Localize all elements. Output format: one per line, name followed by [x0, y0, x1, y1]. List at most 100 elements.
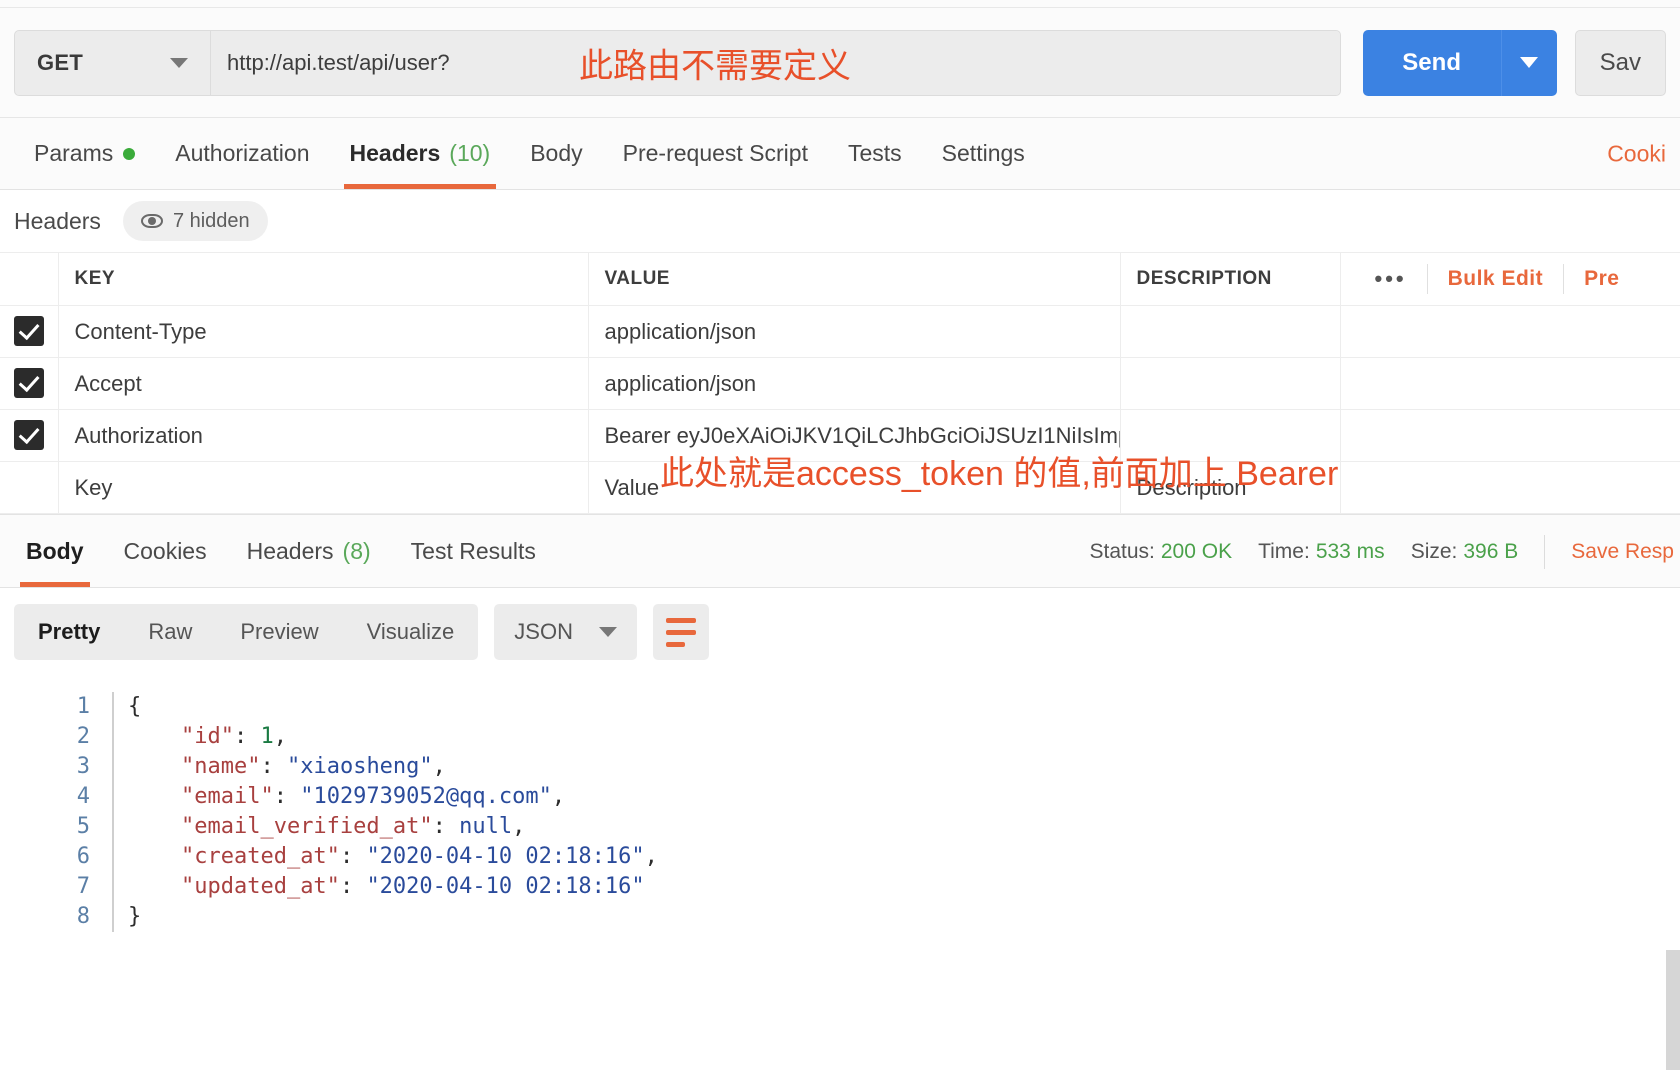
tab-label: Settings: [941, 140, 1025, 166]
response-meta: Status: 200 OK Time: 533 ms Size: 396 B Sav…: [1089, 515, 1674, 589]
send-options-button[interactable]: [1500, 29, 1557, 96]
send-group: Send: [1362, 29, 1557, 96]
row-checkbox-cell: [0, 409, 59, 462]
code-token: :: [233, 724, 261, 749]
line-number: 4: [76, 784, 90, 809]
line-number: 6: [76, 844, 90, 869]
code-token: {: [128, 694, 142, 719]
header-key[interactable]: Accept: [58, 357, 589, 410]
tab-label: Body: [26, 537, 84, 564]
code-token: "2020-04-10 02:18:16": [366, 844, 645, 869]
tab-params[interactable]: Params: [14, 118, 155, 189]
table-row: Accept application/json: [0, 357, 1680, 410]
chevron-down-icon: [598, 627, 617, 637]
row-checkbox[interactable]: [13, 316, 44, 347]
code-token: "1029739052@qq.com": [300, 784, 552, 809]
tab-label: Tests: [847, 140, 902, 166]
view-preview[interactable]: Preview: [216, 604, 342, 660]
view-raw[interactable]: Raw: [124, 604, 216, 660]
code-token: :: [339, 874, 367, 899]
row-checkbox[interactable]: [13, 368, 44, 399]
tab-authorization[interactable]: Authorization: [155, 118, 329, 189]
table-row: Content-Type application/json: [0, 305, 1680, 358]
response-body-code: 1 2 3 4 5 6 7 8 { "id": 1, "name": "xiaosheng",…: [0, 676, 1680, 932]
tab-label: Headers: [246, 537, 334, 564]
tab-pre-request-script[interactable]: Pre-request Script: [603, 118, 828, 189]
code-line: "created_at": "2020-04-10 02:18:16",: [128, 842, 658, 872]
tab-label: Pre-request Script: [622, 140, 808, 166]
tab-label: Headers: [349, 140, 441, 166]
code-token: "name": [180, 754, 261, 779]
http-method-label: GET: [37, 49, 84, 75]
divider: [1563, 264, 1565, 294]
more-options-icon[interactable]: •••: [1375, 266, 1407, 292]
row-actions: [1340, 305, 1680, 358]
response-tab-test-results[interactable]: Test Results: [391, 515, 556, 587]
time-label: Time:: [1258, 540, 1310, 563]
tab-tests[interactable]: Tests: [828, 118, 922, 189]
presets-link[interactable]: Pre: [1584, 267, 1619, 291]
tab-headers[interactable]: Headers (10): [330, 118, 511, 189]
header-value[interactable]: application/json: [588, 357, 1121, 410]
eye-icon: [140, 214, 163, 228]
code-line: "name": "xiaosheng",: [128, 752, 658, 782]
http-method-select[interactable]: GET: [15, 30, 211, 95]
code-token: "id": [180, 724, 234, 749]
header-value[interactable]: application/json: [588, 305, 1121, 358]
format-select[interactable]: JSON: [494, 604, 637, 660]
postman-window: GET http://api.test/api/user? 此路由不需要定义 S…: [0, 0, 1680, 1070]
view-visualize[interactable]: Visualize: [343, 604, 479, 660]
request-tabs: Params Authorization Headers (10) Body P…: [0, 118, 1680, 190]
annotation-token-note: 此处就是access_token 的值,前面加上 Bearer: [660, 455, 1339, 493]
chevron-down-icon: [1520, 57, 1539, 68]
row-checkbox-cell: [0, 357, 59, 410]
header-key[interactable]: Authorization: [58, 409, 589, 462]
chevron-down-icon: [170, 57, 188, 68]
code-content[interactable]: { "id": 1, "name": "xiaosheng", "email":…: [112, 692, 658, 932]
hidden-headers-toggle[interactable]: 7 hidden: [122, 201, 268, 241]
row-actions: [1340, 409, 1680, 462]
headers-toolbar: Headers 7 hidden: [0, 190, 1680, 252]
send-button[interactable]: Send: [1362, 29, 1501, 96]
header-description[interactable]: [1120, 357, 1341, 410]
view-pretty[interactable]: Pretty: [14, 604, 124, 660]
tab-label: Authorization: [175, 140, 310, 166]
header-description[interactable]: [1120, 305, 1341, 358]
divider: [1426, 264, 1428, 294]
row-checkbox[interactable]: [13, 420, 44, 451]
save-button[interactable]: Sav: [1574, 29, 1666, 96]
header-value-text: Bearer eyJ0eXAiOiJKV1QiLCJhbGciOiJSUzI1N…: [604, 422, 1120, 448]
method-url-group: GET http://api.test/api/user? 此路由不需要定义: [14, 29, 1341, 96]
url-bar: GET http://api.test/api/user? 此路由不需要定义 S…: [0, 8, 1680, 118]
code-token: 1: [260, 724, 274, 749]
response-tab-body[interactable]: Body: [6, 515, 104, 587]
save-response-link[interactable]: Save Resp: [1571, 540, 1674, 564]
time-badge: Time: 533 ms: [1258, 540, 1385, 564]
table-header-row: KEY VALUE DESCRIPTION ••• Bulk Edit Pre: [0, 252, 1680, 306]
response-tab-headers[interactable]: Headers (8): [227, 515, 391, 587]
header-key[interactable]: Content-Type: [58, 305, 589, 358]
bulk-edit-link[interactable]: Bulk Edit: [1448, 267, 1544, 291]
status-label: Status:: [1089, 540, 1155, 563]
new-key-input[interactable]: Key: [58, 461, 589, 514]
word-wrap-icon[interactable]: [652, 604, 709, 660]
tab-body[interactable]: Body: [510, 118, 602, 189]
code-token: ,: [273, 724, 287, 749]
url-input[interactable]: http://api.test/api/user? 此路由不需要定义: [211, 30, 1340, 95]
tab-settings[interactable]: Settings: [922, 118, 1045, 189]
vertical-scrollbar[interactable]: [1666, 950, 1680, 1070]
cookies-link[interactable]: Cooki: [1607, 140, 1666, 167]
code-token: "xiaosheng": [286, 754, 433, 779]
code-token: :: [432, 814, 460, 839]
response-tab-cookies[interactable]: Cookies: [104, 515, 227, 587]
view-mode-segment: Pretty Raw Preview Visualize: [14, 604, 479, 660]
row-checkbox-cell: [0, 461, 59, 514]
size-label: Size:: [1410, 540, 1458, 563]
size-value: 396 B: [1463, 540, 1519, 563]
tab-label: Cookies: [123, 537, 207, 564]
tab-count: (10): [449, 140, 491, 166]
tab-label: Body: [530, 140, 583, 166]
top-strip: [0, 0, 1680, 8]
